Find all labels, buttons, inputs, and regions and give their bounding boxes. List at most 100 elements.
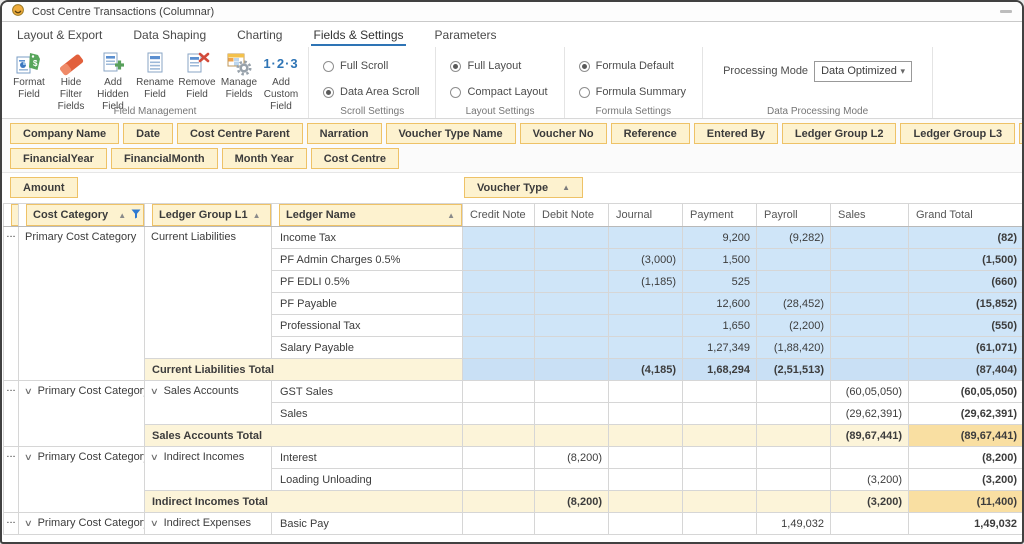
radio-icon[interactable]	[579, 87, 590, 98]
radio-icon[interactable]	[450, 61, 461, 72]
cell-ledger-name[interactable]: GST Sales	[272, 381, 463, 403]
group-expand-dots[interactable]: ...	[4, 447, 19, 513]
cell-value[interactable]	[535, 293, 609, 315]
cell-ledger-group[interactable]: Current Liabilities	[145, 227, 272, 359]
field-button-financialmonth[interactable]: FinancialMonth	[111, 148, 218, 169]
cell-value[interactable]	[535, 227, 609, 249]
total-cell-value[interactable]	[463, 359, 535, 381]
total-cell-value[interactable]	[609, 491, 683, 513]
cell-value[interactable]	[609, 337, 683, 359]
cell-grand-total[interactable]: (60,05,050)	[909, 381, 1024, 403]
field-button-entered-by[interactable]: Entered By	[694, 123, 778, 144]
toolbar-button-format-field[interactable]: $Format Field	[8, 50, 50, 113]
cell-grand-total[interactable]: (3,200)	[909, 469, 1024, 491]
radio-option-data-area-scroll[interactable]: Data Area Scroll	[323, 86, 419, 98]
cell-value[interactable]	[831, 249, 909, 271]
cell-grand-total[interactable]: (550)	[909, 315, 1024, 337]
total-cell-value[interactable]	[609, 425, 683, 447]
cell-value[interactable]	[463, 337, 535, 359]
cell-value[interactable]	[535, 403, 609, 425]
column-header-payment[interactable]: Payment	[683, 204, 757, 227]
cell-value[interactable]	[535, 249, 609, 271]
tab-data-shaping[interactable]: Data Shaping	[131, 24, 208, 47]
cell-value[interactable]: 1,49,032	[757, 513, 831, 535]
cell-value[interactable]: (8,200)	[535, 447, 609, 469]
cell-value[interactable]: (60,05,050)	[831, 381, 909, 403]
cell-ledger-name[interactable]: Salary Payable	[272, 337, 463, 359]
cell-value[interactable]: (28,452)	[757, 293, 831, 315]
cell-value[interactable]	[683, 447, 757, 469]
cell-value[interactable]	[757, 403, 831, 425]
field-button-company-name[interactable]: Company Name	[10, 123, 119, 144]
row-header-button-ledger-name[interactable]: Ledger Name▲	[279, 204, 462, 226]
radio-icon[interactable]	[450, 87, 461, 98]
field-button-voucher-type-name[interactable]: Voucher Type Name	[386, 123, 516, 144]
total-cell-value[interactable]: (89,67,441)	[831, 425, 909, 447]
cell-value[interactable]: (29,62,391)	[831, 403, 909, 425]
cell-value[interactable]: 1,27,349	[683, 337, 757, 359]
cell-cost-category[interactable]: ∨Primary Cost Category	[19, 381, 145, 447]
field-button-amount[interactable]: Amount	[10, 177, 78, 198]
cell-grand-total[interactable]: (8,200)	[909, 447, 1024, 469]
cell-value[interactable]	[683, 469, 757, 491]
minimize-icon[interactable]	[1000, 10, 1012, 13]
cell-value[interactable]	[609, 381, 683, 403]
cell-ledger-name[interactable]: Income Tax	[272, 227, 463, 249]
cell-value[interactable]: 1,500	[683, 249, 757, 271]
cell-value[interactable]: (1,185)	[609, 271, 683, 293]
field-button-voucher-no[interactable]: Voucher No	[520, 123, 607, 144]
toolbar-button-add-hidden-field[interactable]: Add Hidden Field	[92, 50, 134, 113]
field-button-month-year[interactable]: Month Year	[222, 148, 307, 169]
total-row-label[interactable]: Indirect Incomes Total	[145, 491, 463, 513]
chevron-down-icon[interactable]: ∨	[150, 518, 159, 529]
cell-value[interactable]	[463, 381, 535, 403]
cell-ledger-group[interactable]: ∨Sales Accounts	[145, 381, 272, 425]
cell-value[interactable]	[609, 469, 683, 491]
cell-value[interactable]: (3,000)	[609, 249, 683, 271]
cell-value[interactable]: (2,200)	[757, 315, 831, 337]
cell-grand-total[interactable]: (1,500)	[909, 249, 1024, 271]
row-header-button-ledger-group-l1[interactable]: Ledger Group L1▲	[152, 204, 271, 226]
cell-value[interactable]	[609, 227, 683, 249]
radio-option-full-scroll[interactable]: Full Scroll	[323, 60, 419, 72]
cell-value[interactable]	[609, 513, 683, 535]
toolbar-button-rename-field[interactable]: Rename Field	[134, 50, 176, 113]
field-button-financialyear[interactable]: FinancialYear	[10, 148, 107, 169]
field-button-ledger-group-l4[interactable]: Ledger Group L4	[1019, 123, 1024, 144]
cell-cost-category[interactable]: Primary Cost Category	[19, 227, 145, 381]
group-expand-dots[interactable]: ...	[4, 381, 19, 447]
cell-value[interactable]	[831, 337, 909, 359]
column-header-journal[interactable]: Journal	[609, 204, 683, 227]
radio-option-compact-layout[interactable]: Compact Layout	[450, 86, 547, 98]
field-button-voucher-type[interactable]: Voucher Type ▲	[464, 177, 583, 198]
cell-value[interactable]	[535, 381, 609, 403]
cell-value[interactable]	[609, 315, 683, 337]
cell-value[interactable]	[463, 227, 535, 249]
total-cell-value[interactable]	[463, 491, 535, 513]
cell-value[interactable]	[831, 513, 909, 535]
chevron-down-icon[interactable]: ∨	[24, 452, 33, 463]
cell-value[interactable]	[463, 293, 535, 315]
cell-cost-category[interactable]: ∨Primary Cost Category	[19, 447, 145, 513]
cell-ledger-group[interactable]: ∨Indirect Expenses	[145, 513, 272, 535]
cell-value[interactable]	[609, 293, 683, 315]
field-button-cost-centre[interactable]: Cost Centre	[311, 148, 399, 169]
cell-value[interactable]	[463, 469, 535, 491]
cell-grand-total[interactable]: 1,49,032	[909, 513, 1024, 535]
row-header-button-cost-category[interactable]: Cost Category▲	[26, 204, 144, 226]
cell-ledger-name[interactable]: PF EDLI 0.5%	[272, 271, 463, 293]
total-cell-value[interactable]	[757, 491, 831, 513]
toolbar-button-manage-fields[interactable]: Manage Fields	[218, 50, 260, 113]
cell-value[interactable]	[757, 447, 831, 469]
tab-layout-export[interactable]: Layout & Export	[15, 24, 104, 47]
radio-icon[interactable]	[323, 61, 334, 72]
total-cell-value[interactable]	[683, 425, 757, 447]
total-cell-value[interactable]	[535, 359, 609, 381]
total-cell-grand-total[interactable]: (87,404)	[909, 359, 1024, 381]
cell-value[interactable]	[535, 337, 609, 359]
cell-value[interactable]: (3,200)	[831, 469, 909, 491]
cell-value[interactable]: (9,282)	[757, 227, 831, 249]
cell-value[interactable]	[535, 469, 609, 491]
toolbar-button-remove-field[interactable]: Remove Field	[176, 50, 218, 113]
cell-value[interactable]: 9,200	[683, 227, 757, 249]
